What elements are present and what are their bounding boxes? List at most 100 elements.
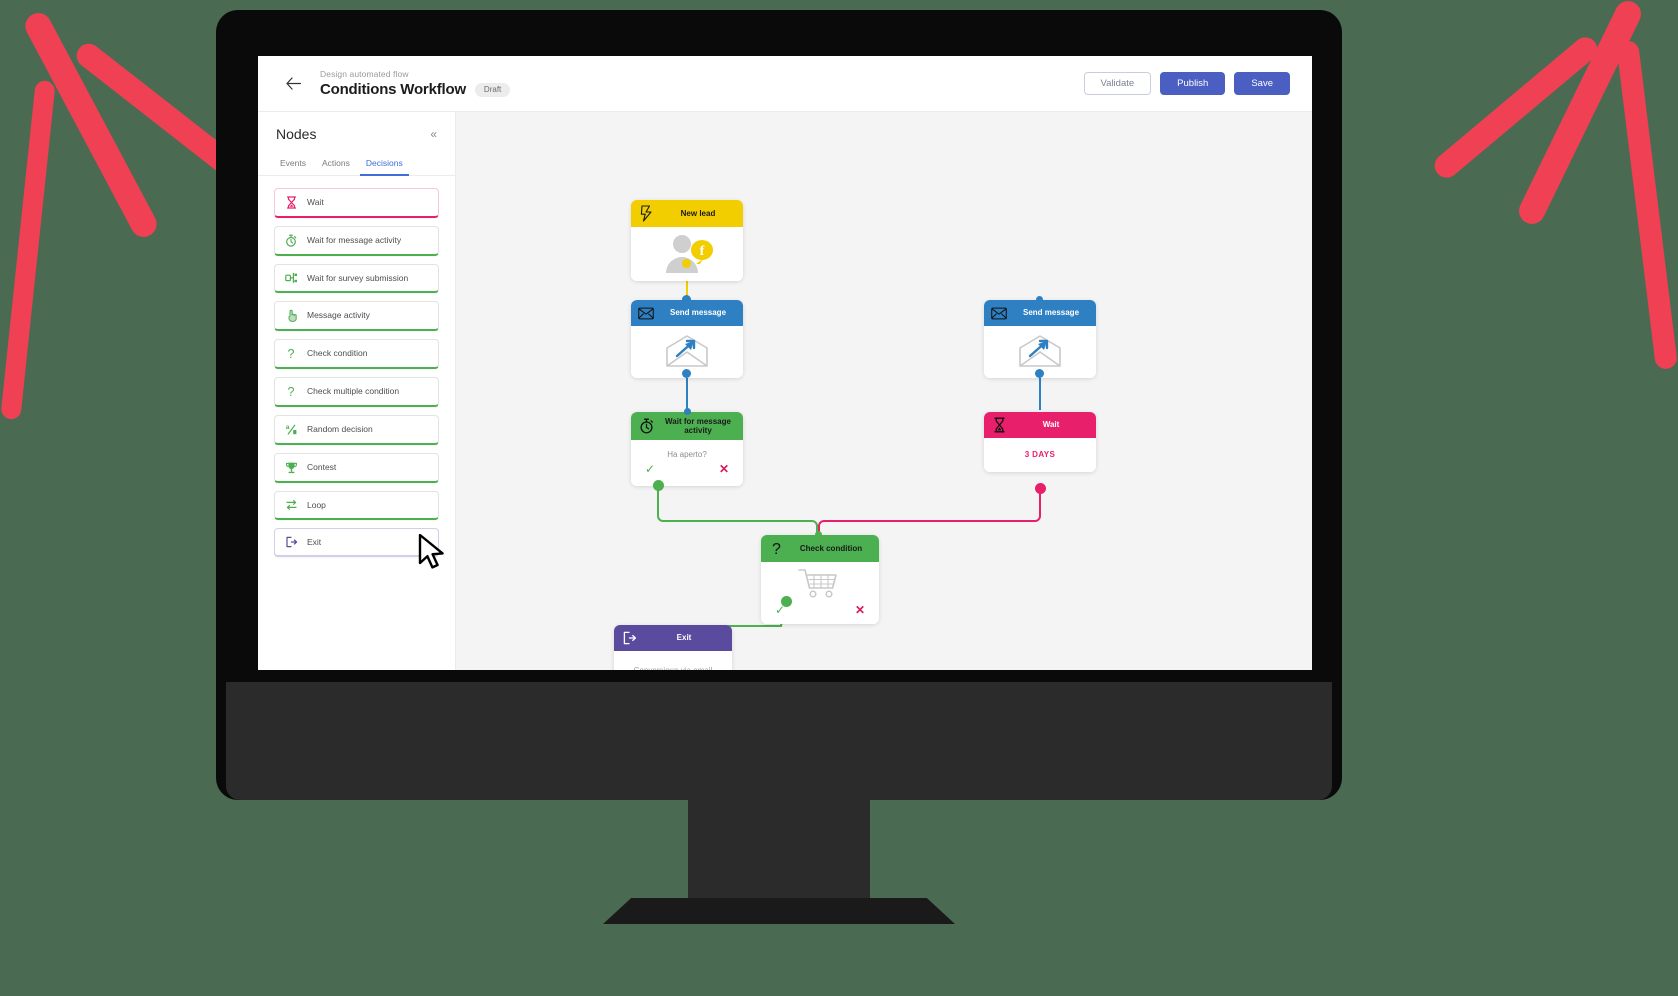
palette-item-loop[interactable]: Loop: [274, 491, 439, 520]
smiley-face-icon: [667, 668, 679, 670]
exit-door-icon: [284, 536, 298, 548]
tab-actions[interactable]: Actions: [314, 154, 358, 175]
page-title: Conditions Workflow: [320, 81, 466, 98]
branch-yes-icon[interactable]: ✓: [645, 463, 655, 475]
edge-dot-wait-activity-in: [684, 408, 691, 415]
palette-item-label: Message activity: [307, 310, 370, 321]
hourglass-icon: [284, 196, 298, 209]
sidebar-title: Nodes: [276, 126, 317, 142]
node-body: Ha aperto? ✓ ✕: [631, 440, 743, 487]
node-title: New lead: [680, 208, 716, 218]
question-mark-icon: ?: [284, 347, 298, 360]
svg-text:?: ?: [288, 347, 295, 360]
palette-item-exit[interactable]: Exit: [274, 528, 439, 557]
node-check-condition[interactable]: ? Check condition ✓ ✕: [761, 535, 879, 624]
palette-item-wait-for-survey-submission[interactable]: Wait for survey submission: [274, 264, 439, 293]
edge-dot-wait-activity-yes: [653, 480, 664, 491]
app-screen: Design automated flow Conditions Workflo…: [258, 56, 1312, 670]
node-header: New lead: [631, 200, 743, 227]
envelope-icon: [991, 307, 1007, 320]
back-button[interactable]: [280, 71, 306, 97]
node-header: ? Check condition: [761, 535, 879, 562]
node-wait-for-message-activity[interactable]: Wait for message activity Ha aperto? ✓ ✕: [631, 412, 743, 487]
decorative-stroke: [1615, 39, 1678, 371]
validate-button[interactable]: Validate: [1083, 71, 1152, 96]
branch-no-icon[interactable]: ✕: [719, 463, 729, 475]
open-envelope-icon: [666, 335, 708, 367]
sidebar-tabs: Events Actions Decisions: [258, 154, 455, 176]
monitor-mockup: Design automated flow Conditions Workflo…: [216, 10, 1342, 800]
palette-item-wait-for-message-activity[interactable]: Wait for message activity: [274, 226, 439, 256]
node-header: Send message: [984, 300, 1096, 326]
nodes-sidebar: Nodes « Events Actions Decisions Wait Wa…: [258, 112, 456, 670]
workflow-canvas[interactable]: New lead f Send message Send message Wai…: [456, 112, 1312, 670]
palette-item-contest[interactable]: Contest: [274, 453, 439, 483]
node-caption: Ha aperto?: [667, 449, 707, 459]
node-palette-list: Wait Wait for message activity Wait for …: [258, 176, 455, 557]
monitor-chin: [226, 682, 1332, 800]
palette-item-label: Loop: [307, 499, 326, 510]
palette-item-label: Contest: [307, 462, 337, 473]
node-exit[interactable]: Exit Conversione via email: [614, 625, 732, 670]
wait-duration: 3 DAYS: [1024, 449, 1056, 459]
palette-item-label: Check multiple condition: [307, 386, 400, 397]
node-title: Exit: [676, 633, 692, 643]
question-mark-icon: ?: [768, 540, 784, 557]
edge-dot-check-condition-yes: [781, 596, 792, 607]
workflow-edges: [657, 262, 1041, 627]
palette-item-label: Exit: [307, 536, 322, 547]
node-send-message-1[interactable]: Send message: [631, 300, 743, 378]
palette-item-label: Wait: [307, 197, 324, 208]
question-mark-icon: ?: [284, 385, 298, 398]
header-titles: Design automated flow Conditions Workflo…: [320, 69, 511, 98]
sidebar-header: Nodes «: [258, 112, 455, 154]
tab-events[interactable]: Events: [272, 154, 314, 175]
palette-item-wait[interactable]: Wait: [274, 188, 439, 218]
loop-icon: [284, 499, 298, 511]
node-title: Send message: [1022, 308, 1080, 318]
svg-text:?: ?: [772, 541, 781, 557]
node-wait[interactable]: Wait 3 DAYS: [984, 412, 1096, 472]
fraction-icon: a: [284, 423, 298, 436]
edge-dot-new-lead-out: [682, 259, 691, 268]
collapse-sidebar-button[interactable]: «: [430, 128, 437, 140]
node-header: Exit: [614, 625, 732, 651]
palette-item-label: Random decision: [307, 424, 373, 435]
header-actions: Validate Publish Save: [1083, 71, 1290, 96]
branch-no-icon[interactable]: ✕: [855, 604, 865, 616]
save-button[interactable]: Save: [1234, 71, 1290, 96]
node-new-lead[interactable]: New lead f: [631, 200, 743, 281]
svg-text:?: ?: [288, 385, 295, 398]
node-title: Wait: [1042, 420, 1060, 430]
lightning-bolt-icon: [638, 205, 654, 222]
node-title: Check condition: [799, 543, 863, 553]
arrow-left-icon: [285, 77, 301, 90]
edge-dot-send-message-1-out: [682, 369, 691, 378]
tab-decisions[interactable]: Decisions: [358, 154, 411, 176]
edge-dot-send-message-1-in: [682, 295, 691, 304]
edge-dot-send-message-2-out: [1035, 369, 1044, 378]
node-header: Wait: [984, 412, 1096, 438]
node-header: Wait for message activity: [631, 412, 743, 441]
svg-text:a: a: [285, 424, 289, 431]
survey-icon: [284, 272, 298, 284]
edge-dot-wait-out: [1035, 483, 1046, 494]
node-send-message-2[interactable]: Send message: [984, 300, 1096, 378]
palette-item-random-decision[interactable]: a Random decision: [274, 415, 439, 445]
node-body: ✓ ✕: [761, 562, 879, 624]
node-title: Wait for message activity: [665, 417, 731, 436]
publish-button[interactable]: Publish: [1160, 71, 1226, 96]
palette-item-label: Wait for survey submission: [307, 272, 409, 283]
envelope-icon: [638, 307, 654, 320]
node-body: 3 DAYS: [984, 438, 1096, 472]
app-body: Nodes « Events Actions Decisions Wait Wa…: [258, 112, 1312, 670]
stopwatch-icon: [638, 418, 654, 434]
palette-item-check-condition[interactable]: ? Check condition: [274, 339, 439, 369]
stopwatch-icon: [284, 234, 298, 247]
palette-item-check-multiple-condition[interactable]: ? Check multiple condition: [274, 377, 439, 407]
monitor-stand-neck: [688, 800, 870, 902]
branch-row: ✓ ✕: [639, 463, 735, 475]
palette-item-message-activity[interactable]: Message activity: [274, 301, 439, 331]
svg-text:f: f: [700, 244, 705, 259]
palette-item-label: Wait for message activity: [307, 235, 402, 246]
